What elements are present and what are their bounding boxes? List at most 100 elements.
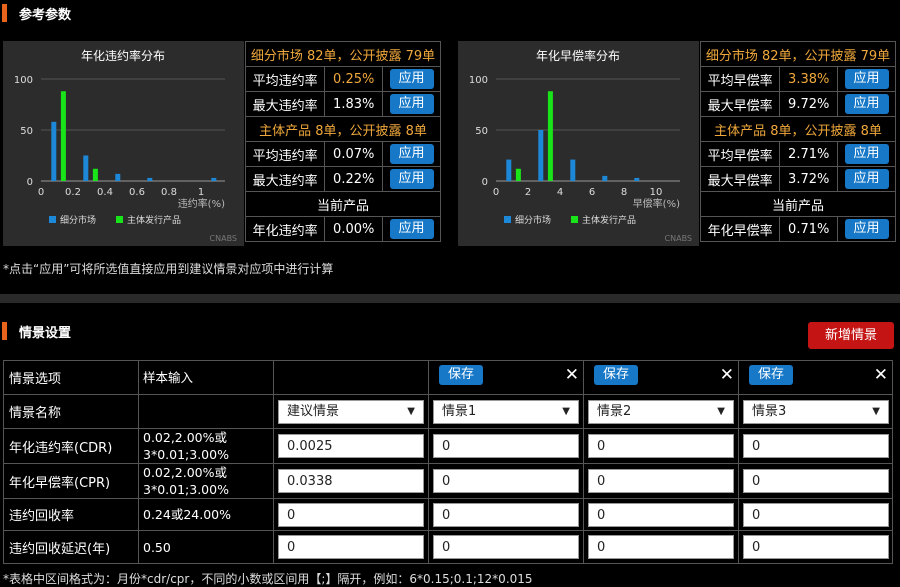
recovery-input[interactable]: 0 — [278, 502, 424, 527]
cdr-max-issuer-value: 0.22% — [324, 166, 384, 192]
dropdown-arrow-icon: ▼ — [407, 405, 415, 417]
cdr-chart-svg: 年化违约率分布 0 50 100 0 0.2 0.4 0.6 0.8 1违约率(%) 细分市场 主体发… — [14, 48, 237, 243]
cpr-avg-issuer-value: 2.71% — [779, 141, 839, 167]
apply-button[interactable]: 应用 — [844, 219, 889, 239]
cdr-input[interactable]: 0 — [743, 434, 889, 458]
recovery-delay-input[interactable]: 0 — [433, 535, 579, 559]
recovery-delay-input[interactable]: 0 — [278, 535, 424, 559]
cdr-input[interactable]: 0.0025 — [278, 434, 424, 458]
cpr-issuer-header: 主体产品 8单，公开披露 8单 — [700, 116, 896, 142]
close-icon[interactable]: ✕ — [565, 365, 579, 385]
save-button[interactable]: 保存 — [439, 365, 483, 385]
close-icon[interactable]: ✕ — [874, 365, 888, 385]
chart-title: 年化早偿率分布 — [536, 48, 620, 63]
save-button[interactable]: 保存 — [594, 365, 638, 385]
x-tick-label: 0 — [38, 187, 44, 198]
cpr-input[interactable]: 0 — [588, 469, 734, 493]
dropdown-arrow-icon: ▼ — [562, 405, 570, 417]
bar — [515, 168, 521, 181]
cdr-input[interactable]: 0 — [433, 434, 579, 458]
cpr-max-issuer-value: 3.72% — [779, 166, 839, 192]
x-tick-label: 0.8 — [161, 187, 177, 198]
apply-button[interactable]: 应用 — [389, 169, 434, 189]
cpr-input[interactable]: 0 — [433, 469, 579, 493]
scenario-name-select[interactable]: 建议情景 ▼ — [278, 399, 424, 424]
ref-section-title: 参考参数 — [19, 7, 72, 23]
x-tick-label: 1 — [198, 187, 204, 198]
scenario-3-header: 保存 ✕ — [738, 360, 893, 395]
apply-button[interactable]: 应用 — [844, 94, 889, 114]
cpr-input[interactable]: 0 — [743, 469, 889, 493]
y-tick-label: 100 — [469, 75, 488, 86]
recovery-input[interactable]: 0 — [433, 502, 579, 527]
cdr-avg-issuer-label: 平均违约率 — [244, 141, 326, 167]
x-tick-label: 4 — [557, 187, 563, 198]
x-tick-label: 10 — [650, 187, 663, 198]
scenario-name-select[interactable]: 情景3 ▼ — [743, 399, 889, 424]
scenario-name-select[interactable]: 情景1 ▼ — [433, 399, 579, 424]
row-hint-cdr: 0.02,2.00%或3*0.01;3.00% — [138, 428, 274, 464]
close-icon[interactable]: ✕ — [720, 365, 734, 385]
cdr-max-market-label: 最大违约率 — [244, 91, 326, 117]
scenario-section-title: 情景设置 — [19, 325, 72, 341]
add-scenario-button[interactable]: 新增情景 — [808, 322, 894, 349]
row-label-cdr: 年化违约率(CDR) — [3, 428, 139, 464]
cpr-avg-market-value: 3.38% — [779, 66, 839, 92]
cpr-avg-market-label: 平均早偿率 — [699, 66, 781, 92]
select-value: 情景2 — [597, 403, 632, 419]
cdr-stats-table: 细分市场 82单，公开披露 79单 平均违约率 0.25% 应用 最大违约率 1… — [244, 41, 441, 242]
cdr-chart: 年化违约率分布 0 50 100 0 0.2 0.4 0.6 0.8 1 违约率(%) 细分市场 主体发… — [3, 41, 244, 246]
bar — [602, 175, 608, 181]
ref-section-header: 参考参数 — [0, 0, 71, 26]
cdr-max-market-value: 1.83% — [324, 91, 384, 117]
x-tick-label: 2 — [525, 187, 531, 198]
legend-label: 主体发行产品 — [582, 214, 636, 226]
bar — [51, 121, 57, 181]
legend-label: 细分市场 — [515, 214, 551, 226]
cdr-current-value: 0.00% — [324, 216, 384, 242]
dropdown-arrow-icon: ▼ — [872, 405, 880, 417]
y-tick-label: 0 — [27, 177, 33, 188]
cpr-chart: 年化早偿率分布 0 50 100 0 2 4 6 8 10 早偿率(%) 细分市场 主体发行产品 CNAB… — [458, 41, 699, 246]
bar — [83, 155, 89, 181]
scenario-section-header: 情景设置 — [0, 318, 71, 344]
recovery-delay-input[interactable]: 0 — [588, 535, 734, 559]
apply-button[interactable]: 应用 — [844, 144, 889, 164]
row-hint-cpr: 0.02,2.00%或3*0.01;3.00% — [138, 463, 274, 499]
legend-label: 主体发行产品 — [127, 214, 181, 226]
recovery-input[interactable]: 0 — [743, 502, 889, 527]
cpr-current-value: 0.71% — [779, 216, 839, 242]
scenario-2-header: 保存 ✕ — [583, 360, 739, 395]
cpr-input[interactable]: 0.0338 — [278, 469, 424, 493]
legend-swatch — [504, 216, 511, 223]
cpr-max-issuer-label: 最大早偿率 — [699, 166, 781, 192]
bar — [92, 168, 98, 181]
section-marker — [2, 322, 7, 340]
apply-button[interactable]: 应用 — [844, 169, 889, 189]
x-tick-label: 0.2 — [65, 187, 81, 198]
apply-button[interactable]: 应用 — [389, 69, 434, 89]
bar — [211, 177, 217, 181]
scenario-name-select[interactable]: 情景2 ▼ — [588, 399, 734, 424]
save-button[interactable]: 保存 — [749, 365, 793, 385]
recovery-delay-input[interactable]: 0 — [743, 535, 889, 559]
apply-button[interactable]: 应用 — [389, 219, 434, 239]
recovery-input[interactable]: 0 — [588, 502, 734, 527]
cpr-current-header: 当前产品 — [700, 191, 896, 217]
row-hint-empty — [138, 394, 274, 429]
row-label-recovery-delay: 违约回收延迟(年) — [3, 530, 139, 564]
bar — [115, 173, 121, 181]
apply-button[interactable]: 应用 — [844, 69, 889, 89]
y-tick-label: 50 — [20, 126, 33, 137]
cdr-avg-market-label: 平均违约率 — [244, 66, 326, 92]
bar — [570, 159, 576, 181]
cdr-avg-issuer-value: 0.07% — [324, 141, 384, 167]
cdr-input[interactable]: 0 — [588, 434, 734, 458]
bar — [547, 91, 553, 181]
apply-button[interactable]: 应用 — [389, 94, 434, 114]
cpr-stats-table: 细分市场 82单，公开披露 79单 平均早偿率 3.38% 应用 最大早偿率 9… — [699, 41, 896, 242]
cdr-avg-market-value: 0.25% — [324, 66, 384, 92]
apply-button[interactable]: 应用 — [389, 144, 434, 164]
cdr-current-header: 当前产品 — [245, 191, 441, 217]
bar — [634, 177, 640, 181]
